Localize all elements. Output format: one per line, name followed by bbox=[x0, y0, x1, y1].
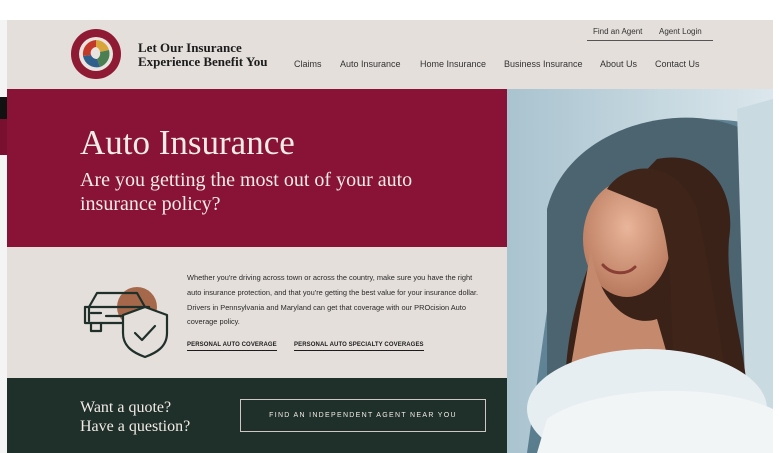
quote-heading: Want a quote? Have a question? bbox=[80, 398, 190, 436]
hero-subtitle: Are you getting the most out of your aut… bbox=[80, 169, 413, 215]
quote-line-2: Have a question? bbox=[80, 418, 191, 435]
hero-banner: Auto Insurance Are you getting the most … bbox=[7, 89, 507, 247]
left-edge-dark-block bbox=[0, 97, 7, 119]
info-description: Whether you're driving across town or ac… bbox=[187, 273, 479, 327]
utility-divider bbox=[587, 40, 713, 41]
site-header: Let Our Insurance Experience Benefit You… bbox=[7, 20, 773, 89]
car-shield-icon bbox=[83, 287, 169, 359]
personal-auto-coverage-link[interactable]: PERSONAL AUTO COVERAGE bbox=[187, 342, 277, 351]
find-an-agent-link[interactable]: Find an Agent bbox=[593, 27, 642, 36]
nav-auto-insurance[interactable]: Auto Insurance bbox=[340, 59, 401, 69]
tagline-line-2: Experience Benefit You bbox=[138, 54, 268, 69]
page-title: Auto Insurance bbox=[80, 123, 295, 162]
find-agent-button[interactable]: FIND AN INDEPENDENT AGENT NEAR YOU bbox=[240, 399, 486, 432]
nav-claims[interactable]: Claims bbox=[294, 59, 322, 69]
right-edge-strip bbox=[773, 20, 779, 453]
header-tagline: Let Our Insurance Experience Benefit You bbox=[138, 41, 298, 69]
hero-photo bbox=[507, 89, 773, 453]
info-section: Whether you're driving across town or ac… bbox=[7, 247, 507, 378]
nav-contact-us[interactable]: Contact Us bbox=[655, 59, 700, 69]
tagline-line-1: Let Our Insurance bbox=[138, 40, 242, 55]
nav-business-insurance[interactable]: Business Insurance bbox=[504, 59, 583, 69]
browser-top-edge bbox=[0, 0, 779, 20]
quote-section: Want a quote? Have a question? FIND AN I… bbox=[7, 378, 507, 453]
mutual-benefit-logo[interactable] bbox=[70, 28, 122, 80]
quote-line-1: Want a quote? bbox=[80, 399, 172, 416]
left-edge-strip bbox=[0, 20, 7, 453]
nav-home-insurance[interactable]: Home Insurance bbox=[420, 59, 486, 69]
personal-auto-specialty-link[interactable]: PERSONAL AUTO SPECIALTY COVERAGES bbox=[294, 342, 424, 351]
agent-login-link[interactable]: Agent Login bbox=[659, 27, 702, 36]
nav-about-us[interactable]: About Us bbox=[600, 59, 637, 69]
left-edge-red-block bbox=[0, 119, 7, 155]
